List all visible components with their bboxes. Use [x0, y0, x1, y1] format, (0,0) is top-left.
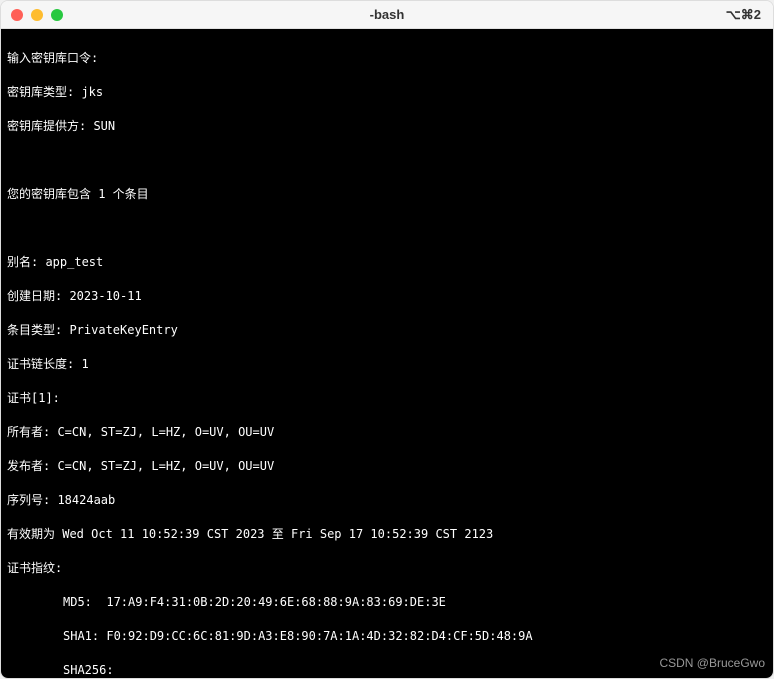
output-line: 所有者: C=CN, ST=ZJ, L=HZ, O=UV, OU=UV [7, 424, 767, 441]
output-line: 发布者: C=CN, ST=ZJ, L=HZ, O=UV, OU=UV [7, 458, 767, 475]
window-shortcut: ⌥⌘2 [726, 7, 761, 23]
output-line: MD5: 17:A9:F4:31:0B:2D:20:49:6E:68:88:9A… [7, 594, 767, 611]
output-line: 有效期为 Wed Oct 11 10:52:39 CST 2023 至 Fri … [7, 526, 767, 543]
close-icon[interactable] [11, 9, 23, 21]
output-line: 序列号: 18424aab [7, 492, 767, 509]
output-line: 密钥库类型: jks [7, 84, 767, 101]
output-line: SHA1: F0:92:D9:CC:6C:81:9D:A3:E8:90:7A:1… [7, 628, 767, 645]
titlebar[interactable]: -bash ⌥⌘2 [1, 1, 773, 29]
traffic-lights [11, 9, 63, 21]
output-line: 您的密钥库包含 1 个条目 [7, 186, 767, 203]
output-line: 密钥库提供方: SUN [7, 118, 767, 135]
output-line: 别名: app_test [7, 254, 767, 271]
watermark: CSDN @BruceGwo [659, 655, 765, 672]
output-line: SHA256: 16:3D:ED:B7:83:23:C1:EC:8E:A7:73… [7, 662, 767, 678]
minimize-icon[interactable] [31, 9, 43, 21]
window-title: -bash [370, 7, 405, 22]
output-line: 证书指纹: [7, 560, 767, 577]
output-line: 输入密钥库口令: [7, 50, 767, 67]
blank-line [7, 152, 767, 169]
zoom-icon[interactable] [51, 9, 63, 21]
blank-line [7, 220, 767, 237]
output-line: 证书链长度: 1 [7, 356, 767, 373]
output-line: 条目类型: PrivateKeyEntry [7, 322, 767, 339]
output-line: 证书[1]: [7, 390, 767, 407]
output-line: 创建日期: 2023-10-11 [7, 288, 767, 305]
terminal-window: -bash ⌥⌘2 输入密钥库口令: 密钥库类型: jks 密钥库提供方: SU… [0, 0, 774, 679]
terminal-content[interactable]: 输入密钥库口令: 密钥库类型: jks 密钥库提供方: SUN 您的密钥库包含 … [1, 29, 773, 678]
